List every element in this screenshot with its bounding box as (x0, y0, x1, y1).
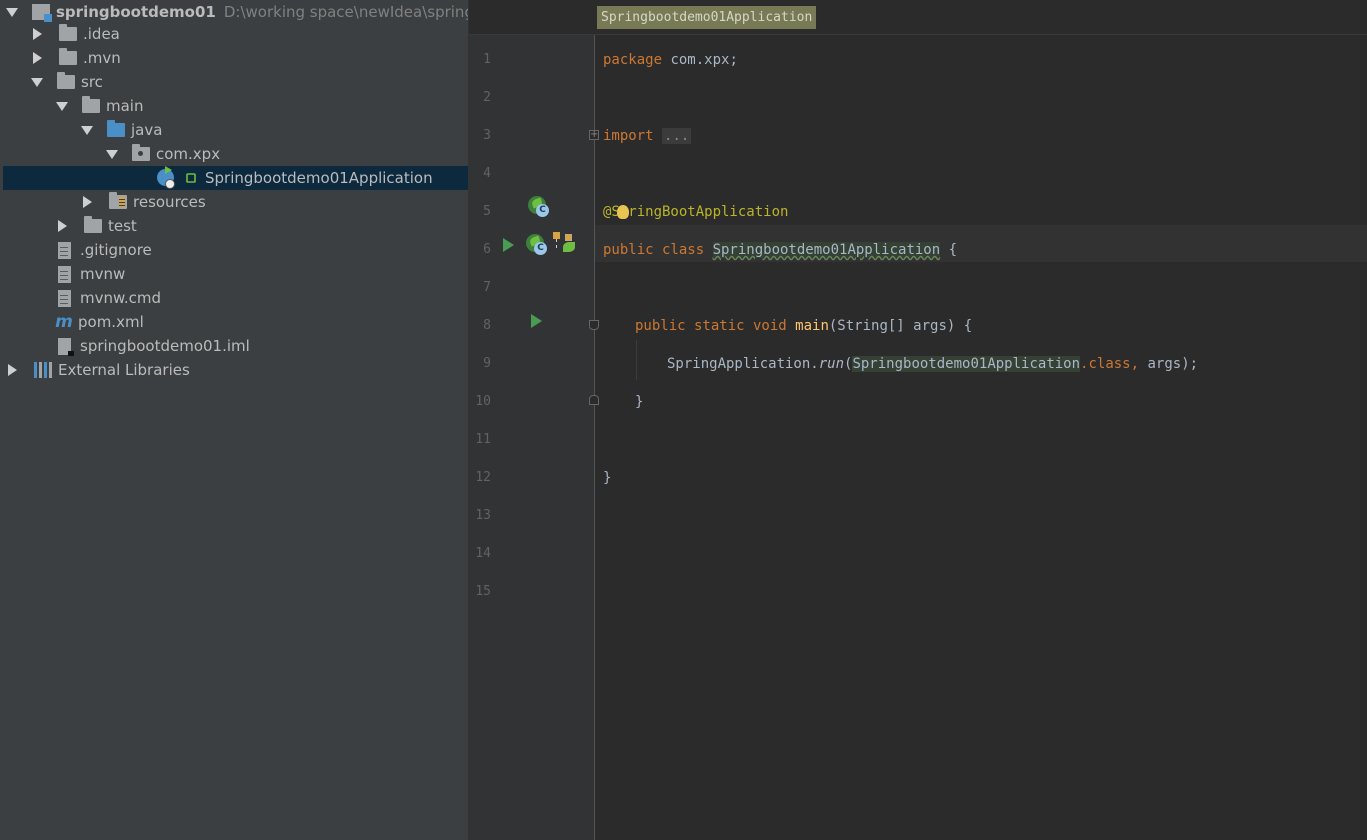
project-name: springbootdemo01 (56, 3, 216, 21)
code-editor[interactable]: Springbootdemo01Application 1 2 3 4 5 6 … (469, 0, 1367, 840)
line-number: 3 (483, 128, 491, 143)
tree-item-idea[interactable]: .idea (0, 22, 468, 46)
package-icon (132, 144, 150, 161)
line-number: 5 (483, 204, 491, 219)
code-line[interactable]: } (603, 459, 611, 497)
tree-item-label: src (81, 73, 103, 91)
chevron-right-icon[interactable] (8, 364, 17, 376)
chevron-right-icon[interactable] (58, 220, 67, 232)
tree-item-label: .idea (83, 25, 120, 43)
tree-item-external-libraries[interactable]: External Libraries (0, 358, 468, 382)
line-number: 8 (483, 318, 491, 333)
tree-item-application[interactable]: Springbootdemo01Application (3, 166, 468, 190)
tree-item-label: mvnw (80, 265, 126, 283)
spring-boot-class-icon (157, 166, 179, 189)
fold-gutter-line (594, 35, 595, 840)
code-line[interactable]: @SpringBootApplication (603, 193, 788, 231)
tree-item-label: .gitignore (80, 241, 152, 259)
code-line[interactable]: public static void main(String[] args) { (635, 307, 972, 345)
spring-bean-icon[interactable] (526, 234, 547, 255)
tree-item-package[interactable]: com.xpx (0, 142, 468, 166)
line-number: 15 (475, 584, 491, 599)
code-line[interactable]: } (635, 383, 643, 421)
tree-item-resources[interactable]: resources (0, 190, 468, 214)
spring-config-icon[interactable] (553, 232, 575, 252)
tree-item-label: Springbootdemo01Application (205, 169, 433, 187)
tree-item-label: main (106, 97, 144, 115)
tree-item-gitignore[interactable]: .gitignore (0, 238, 468, 262)
spring-config-icon (186, 173, 196, 183)
chevron-right-icon[interactable] (83, 196, 92, 208)
line-number: 10 (475, 394, 491, 409)
line-number: 4 (483, 166, 491, 181)
indent-guide (636, 340, 637, 380)
tree-root[interactable]: springbootdemo01 D:\working space\newIde… (0, 0, 468, 24)
line-number: 12 (475, 470, 491, 485)
line-number: 9 (483, 356, 491, 371)
tree-item-test[interactable]: test (0, 214, 468, 238)
code-line[interactable]: SpringApplication.run(Springbootdemo01Ap… (667, 345, 1198, 383)
spring-bean-icon[interactable] (528, 196, 549, 217)
resources-folder-icon (109, 192, 127, 209)
chevron-down-icon[interactable] (106, 149, 118, 159)
tree-item-label: mvnw.cmd (80, 289, 162, 307)
tree-item-iml[interactable]: springbootdemo01.iml (0, 334, 468, 358)
editor-tab-bar: Springbootdemo01Application (469, 0, 1367, 35)
tree-item-pom[interactable]: m pom.xml (0, 310, 468, 334)
code-line[interactable]: package com.xpx; (603, 41, 738, 79)
tree-item-mvnw-cmd[interactable]: mvnw.cmd (0, 286, 468, 310)
line-number: 1 (483, 52, 491, 67)
folder-icon (59, 48, 77, 65)
tree-item-label: pom.xml (78, 313, 144, 331)
code-line[interactable]: import ... (603, 117, 692, 155)
line-number: 7 (483, 280, 491, 295)
tree-item-label: test (108, 217, 137, 235)
folder-icon (82, 96, 100, 113)
tree-item-label: java (131, 121, 163, 139)
text-file-icon (58, 241, 71, 259)
chevron-right-icon[interactable] (33, 28, 42, 40)
fold-icon[interactable] (589, 395, 599, 405)
chevron-right-icon[interactable] (33, 52, 42, 64)
module-file-icon (58, 337, 74, 356)
intention-bulb-icon[interactable] (617, 205, 629, 219)
chevron-down-icon[interactable] (31, 77, 43, 87)
project-icon (32, 4, 52, 22)
tree-item-java[interactable]: java (0, 118, 468, 142)
text-file-icon (58, 265, 71, 283)
text-file-icon (58, 289, 71, 307)
line-number: 13 (475, 508, 491, 523)
line-number: 14 (475, 546, 491, 561)
folder-icon (57, 72, 75, 89)
tree-item-label: springbootdemo01.iml (80, 337, 250, 355)
tree-item-main[interactable]: main (0, 94, 468, 118)
editor-tab[interactable]: Springbootdemo01Application (597, 6, 817, 29)
line-number: 11 (475, 432, 491, 447)
code-line[interactable]: public class Springbootdemo01Application… (603, 231, 957, 269)
fold-icon[interactable]: + (589, 130, 599, 140)
folder-icon (59, 24, 77, 41)
chevron-down-icon[interactable] (56, 101, 68, 111)
tree-item-mvn[interactable]: .mvn (0, 46, 468, 70)
line-number: 2 (483, 90, 491, 105)
tree-item-src[interactable]: src (0, 70, 468, 94)
folded-imports[interactable]: ... (662, 128, 692, 144)
run-icon[interactable] (531, 314, 542, 328)
tree-item-label: com.xpx (156, 145, 221, 163)
source-folder-icon (107, 120, 125, 137)
libraries-icon (34, 362, 54, 378)
folder-icon (84, 216, 102, 233)
fold-icon[interactable] (589, 320, 599, 330)
tree-item-mvnw[interactable]: mvnw (0, 262, 468, 286)
line-number: 6 (483, 242, 491, 257)
tree-item-label: External Libraries (58, 361, 190, 379)
tree-item-label: resources (133, 193, 206, 211)
project-path: D:\working space\newIdea\springbo (223, 3, 469, 21)
project-tree: springbootdemo01 D:\working space\newIde… (0, 0, 469, 840)
tree-item-label: .mvn (83, 49, 121, 67)
maven-icon: m (55, 312, 73, 332)
chevron-down-icon[interactable] (81, 125, 93, 135)
run-icon[interactable] (503, 238, 514, 252)
chevron-down-icon[interactable] (6, 7, 18, 17)
